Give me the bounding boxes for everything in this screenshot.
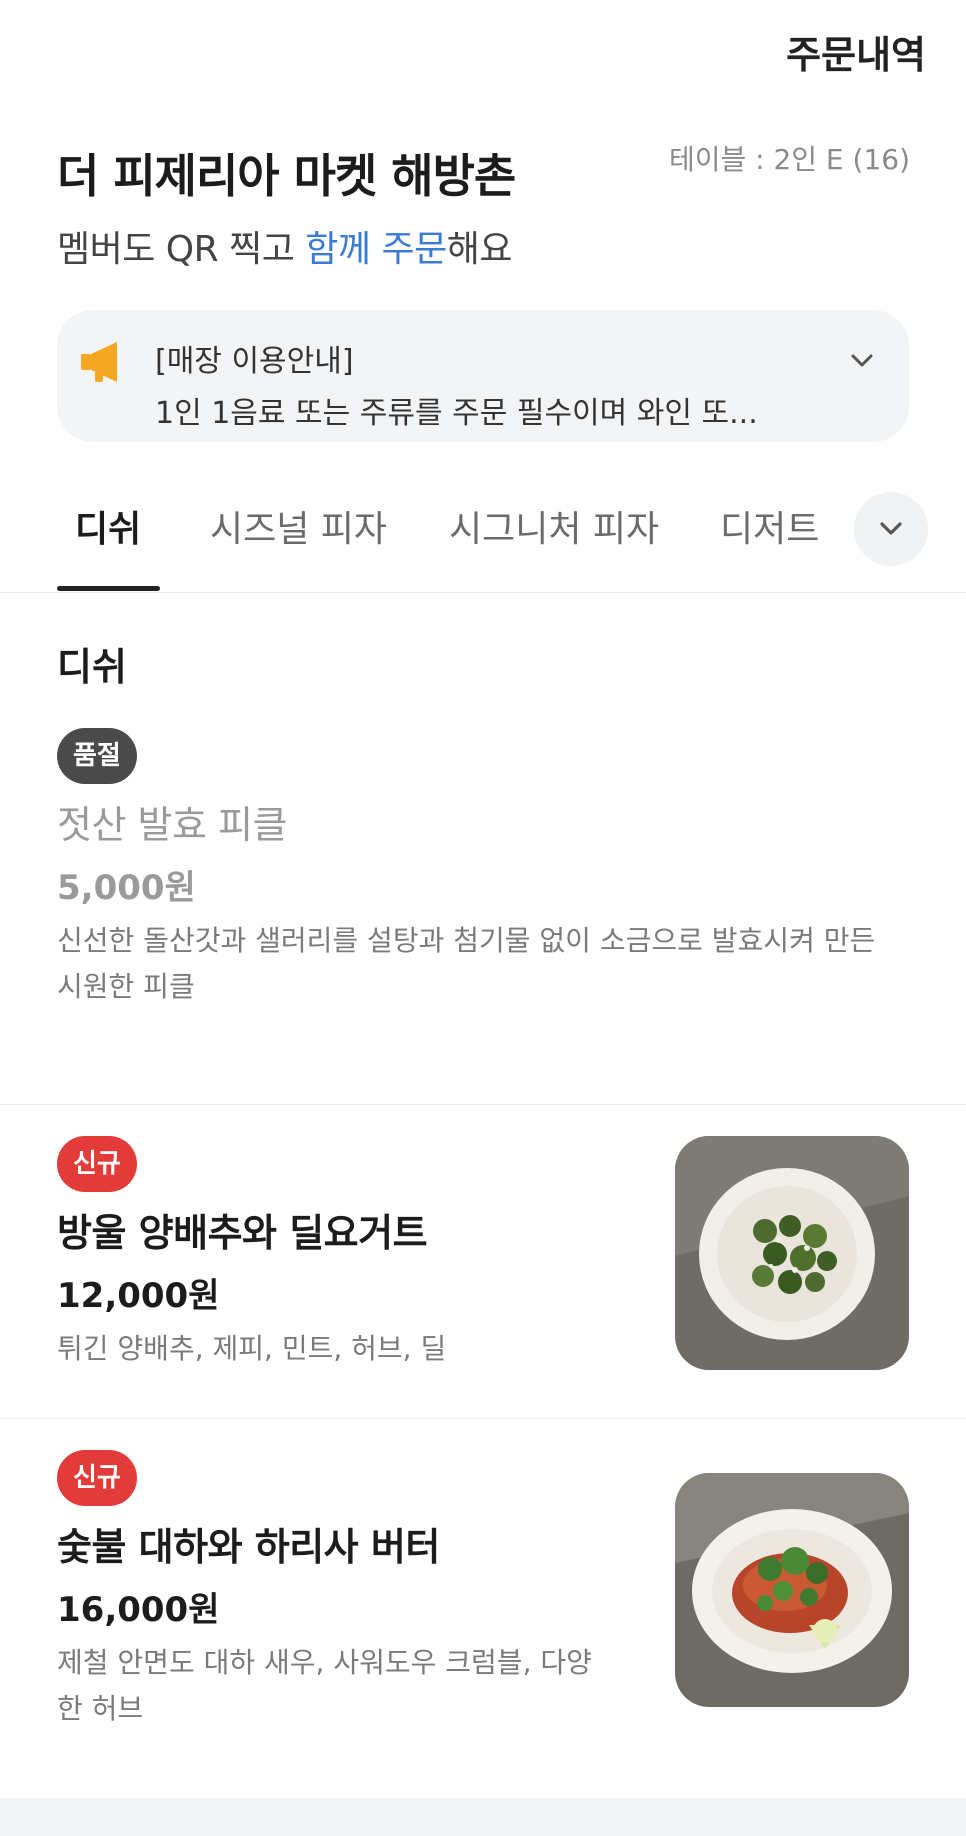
- subtitle-highlight: 함께 주문: [305, 229, 447, 270]
- tab-more-button[interactable]: [854, 492, 928, 566]
- store-name: 더 피제리아 마켓 해방촌: [57, 149, 516, 203]
- active-tab-indicator: [57, 586, 160, 591]
- brussels-sprouts-dish-image: [675, 1136, 909, 1370]
- item-name: 방울 양배추와 딜요거트: [57, 1211, 428, 1255]
- section-title: 디쉬: [57, 645, 127, 689]
- tab-signature-pizza[interactable]: 시그니처 피자: [449, 500, 659, 552]
- chevron-down-icon[interactable]: [845, 344, 879, 378]
- category-tabs: 디쉬 시즈널 피자 시그니처 피자 디저트: [0, 488, 966, 593]
- divider: [0, 1418, 966, 1419]
- subtitle-suffix: 해요: [446, 229, 513, 270]
- tab-dish[interactable]: 디쉬: [75, 500, 141, 552]
- header: 주문내역 더 피제리아 마켓 해방촌 테이블 : 2인 E (16) 멤버도 Q…: [0, 0, 966, 270]
- item-name: 숯불 대하와 하리사 버터: [57, 1525, 440, 1569]
- item-description: 신선한 돌산갓과 샐러리를 설탕과 첨기물 없이 소금으로 발효시켜 만든 시원…: [57, 924, 876, 1003]
- subtitle: 멤버도 QR 찍고 함께 주문해요: [57, 220, 512, 272]
- chevron-down-icon: [880, 522, 902, 535]
- item-description: 튀긴 양배추, 제피, 민트, 허브, 딜: [57, 1332, 447, 1365]
- soldout-badge: 품절: [57, 728, 137, 784]
- megaphone-icon: [81, 342, 117, 382]
- tab-dessert[interactable]: 디저트: [720, 500, 819, 552]
- item-photo: [675, 1136, 909, 1370]
- table-info: 테이블 : 2인 E (16): [668, 143, 910, 176]
- item-price: 16,000원: [57, 1590, 220, 1630]
- bottom-bar-edge: [0, 1798, 966, 1836]
- item-photo: [675, 1473, 909, 1707]
- new-badge: 신규: [57, 1136, 137, 1192]
- order-history-link[interactable]: 주문내역: [786, 24, 926, 79]
- item-name: 젓산 발효 피클: [57, 803, 287, 847]
- store-notice[interactable]: [매장 이용안내] 1인 1음료 또는 주류를 주문 필수이며 와인 또...: [57, 310, 909, 442]
- tab-seasonal-pizza[interactable]: 시즈널 피자: [210, 500, 387, 552]
- subtitle-prefix: 멤버도 QR 찍고: [57, 229, 306, 270]
- notice-body: 1인 1음료 또는 주류를 주문 필수이며 와인 또...: [155, 396, 758, 431]
- item-description: 제철 안면도 대하 새우, 사워도우 크럼블, 다양한 허브: [57, 1646, 592, 1725]
- shrimp-dish-image: [675, 1473, 909, 1707]
- item-price: 12,000원: [57, 1276, 220, 1316]
- notice-title: [매장 이용안내]: [155, 344, 354, 379]
- new-badge: 신규: [57, 1450, 137, 1506]
- divider: [0, 1104, 966, 1105]
- item-price: 5,000원: [57, 868, 196, 908]
